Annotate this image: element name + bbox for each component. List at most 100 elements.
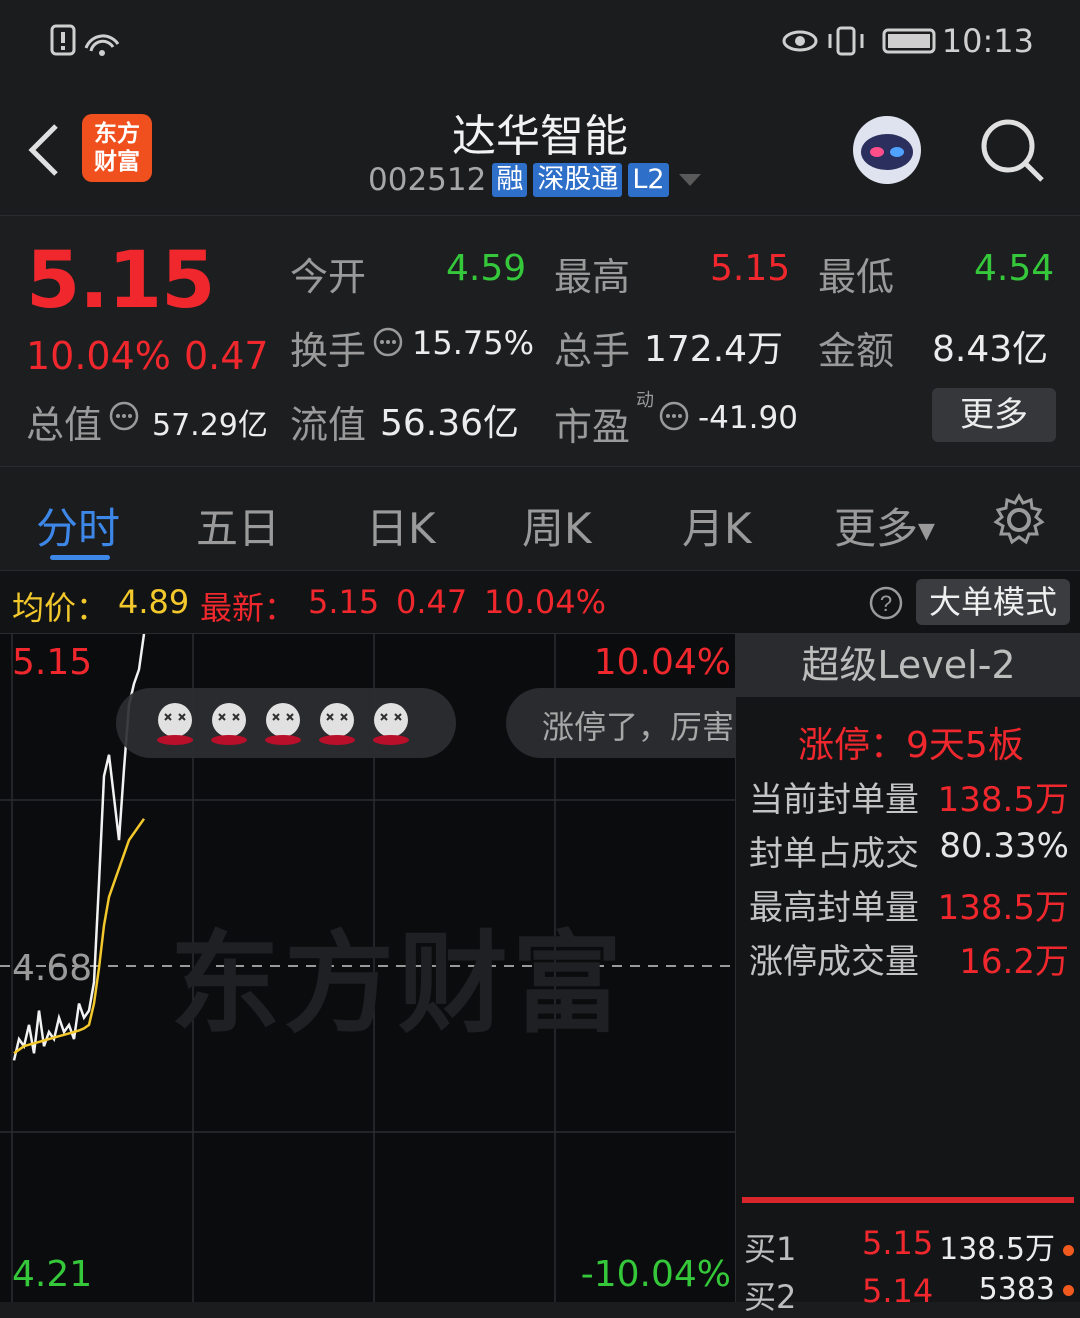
- quote-panel: 5.15 10.04% 0.47 今开 4.59 最高 5.15 最低 4.54…: [0, 216, 1080, 467]
- tab-week-k[interactable]: 周K: [522, 495, 592, 556]
- axis-top-price: 5.15: [12, 642, 93, 683]
- total-cap-label: 总值: [26, 403, 103, 447]
- total-cap-value: 57.29亿: [152, 408, 268, 443]
- amount-label: 金额: [818, 329, 895, 373]
- bid-volume: 138.5万: [939, 1224, 1074, 1268]
- status-time: 10:13: [941, 22, 1034, 60]
- level2-panel: 超级Level-2 涨停：9天5板 当前封单量 138.5万 封单占成交 80.…: [735, 634, 1080, 1316]
- tab-more[interactable]: 更多▼: [834, 495, 935, 556]
- row-label: 涨停成交量: [749, 942, 919, 982]
- avg-line: [13, 818, 146, 1055]
- comment-bubble[interactable]: 涨停了，厉害: [506, 688, 735, 758]
- bid-price: 5.14: [862, 1272, 934, 1310]
- low-label: 最低: [818, 255, 895, 299]
- avg-value: 4.89: [118, 583, 190, 621]
- latest-value: 5.15: [308, 583, 380, 621]
- axis-bottom-price: 4.21: [12, 1254, 93, 1295]
- axis-top-pct: 10.04%: [593, 642, 731, 683]
- svg-text:?: ?: [880, 591, 892, 616]
- dot-icon: [1063, 1285, 1074, 1296]
- stock-code: 002512: [368, 162, 487, 198]
- level2-row: 涨停成交量 16.2万: [749, 934, 1069, 983]
- tab-five-day[interactable]: 五日: [196, 495, 280, 556]
- robot-assistant-icon[interactable]: [845, 108, 929, 192]
- watermark: 东方财富: [170, 920, 626, 1048]
- tag-margin: 融: [492, 163, 528, 197]
- amount-value: 8.43亿: [932, 329, 1049, 370]
- tab-more-label: 更多: [834, 504, 919, 553]
- tab-day-k[interactable]: 日K: [366, 495, 436, 556]
- intraday-chart[interactable]: 东方财富 5.15 10.04% 4.68 4.21 -10.04% 涨停了，厉…: [0, 634, 735, 1302]
- crying-face-icon: [211, 703, 247, 745]
- change-pct: 10.04%: [26, 334, 171, 378]
- level2-row: 封单占成交 80.33%: [749, 826, 1069, 875]
- search-icon[interactable]: [978, 116, 1048, 186]
- price-lines: [12, 634, 146, 1061]
- crying-face-icon: [157, 703, 193, 745]
- limit-up-info: 涨停：9天5板: [798, 716, 1024, 768]
- level2-row: 当前封单量 138.5万: [749, 772, 1069, 821]
- info-icon[interactable]: [658, 400, 690, 432]
- turnover-value: 15.75%: [412, 324, 535, 362]
- row-label: 当前封单量: [749, 780, 919, 820]
- tag-l2: L2: [628, 163, 669, 197]
- volume-label: 总手: [554, 329, 631, 373]
- float-cap-value: 56.36亿: [380, 403, 520, 444]
- big-order-mode-button[interactable]: 大单模式: [916, 579, 1070, 625]
- help-icon[interactable]: ?: [868, 585, 904, 621]
- dropdown-icon[interactable]: [675, 170, 705, 190]
- triangle-down-icon: ▼: [918, 519, 935, 544]
- status-bar: 10:13: [0, 0, 1080, 80]
- crying-face-icon: [373, 703, 409, 745]
- crying-face-icon: [265, 703, 301, 745]
- current-price: 5.15: [26, 236, 215, 326]
- row-value: 80.33%: [939, 826, 1069, 866]
- bid-label: 买1: [744, 1230, 797, 1268]
- avg-label: 均价：: [12, 589, 109, 627]
- row-value: 138.5万: [937, 780, 1069, 820]
- bid-volume-text: 138.5万: [939, 1232, 1055, 1267]
- axis-mid-price: 4.68: [12, 948, 93, 989]
- tab-intraday[interactable]: 分时: [36, 495, 120, 556]
- latest-label: 最新：: [200, 589, 297, 627]
- settings-gear-icon[interactable]: [990, 491, 1048, 549]
- latest-change: 0.47: [396, 583, 468, 621]
- tag-connect: 深股通: [533, 163, 623, 197]
- high-label: 最高: [554, 255, 631, 299]
- row-value: 138.5万: [937, 888, 1069, 928]
- latest-pct: 10.04%: [484, 583, 607, 621]
- bid-label: 买2: [744, 1278, 797, 1316]
- more-button[interactable]: 更多: [932, 388, 1056, 442]
- row-label: 封单占成交: [749, 834, 919, 874]
- row-label: 最高封单量: [749, 888, 919, 928]
- float-cap-label: 流值: [290, 403, 367, 447]
- sim-wifi-icon: [50, 24, 120, 56]
- info-icon[interactable]: [108, 400, 140, 432]
- low-value: 4.54: [974, 248, 1055, 289]
- pe-label: 市盈: [554, 405, 631, 449]
- status-icons: [782, 26, 936, 56]
- price-info-line: 均价： 4.89 最新： 5.15 0.47 10.04% ? 大单模式: [0, 571, 1080, 634]
- info-icon[interactable]: [372, 326, 404, 358]
- level2-row: 最高封单量 138.5万: [749, 880, 1069, 929]
- volume-value: 172.4万: [644, 329, 784, 370]
- emoji-bubble[interactable]: [116, 688, 456, 758]
- row-value: 16.2万: [959, 942, 1069, 982]
- price-line: [12, 634, 146, 1061]
- crying-face-icon: [319, 703, 355, 745]
- order-book-bar: [742, 1197, 1074, 1203]
- level2-title[interactable]: 超级Level-2: [736, 634, 1080, 697]
- stock-header: 东方 财富 达华智能 002512 融 深股通 L2: [0, 80, 1080, 216]
- bid-price: 5.15: [862, 1224, 934, 1262]
- pe-sup: 动: [636, 390, 654, 411]
- stock-code-row[interactable]: 002512 融 深股通 L2: [368, 162, 705, 198]
- limit-up-value: 9天5板: [906, 725, 1024, 766]
- pe-value: -41.90: [698, 400, 798, 436]
- limit-up-label: 涨停：: [798, 725, 907, 766]
- change-amount: 0.47: [184, 334, 269, 378]
- chart-tabs: 分时 五日 日K 周K 月K 更多▼: [0, 467, 1080, 571]
- open-label: 今开: [290, 255, 367, 299]
- tab-active-indicator: [50, 555, 110, 560]
- emoji-row: [152, 700, 414, 746]
- tab-month-k[interactable]: 月K: [682, 495, 752, 556]
